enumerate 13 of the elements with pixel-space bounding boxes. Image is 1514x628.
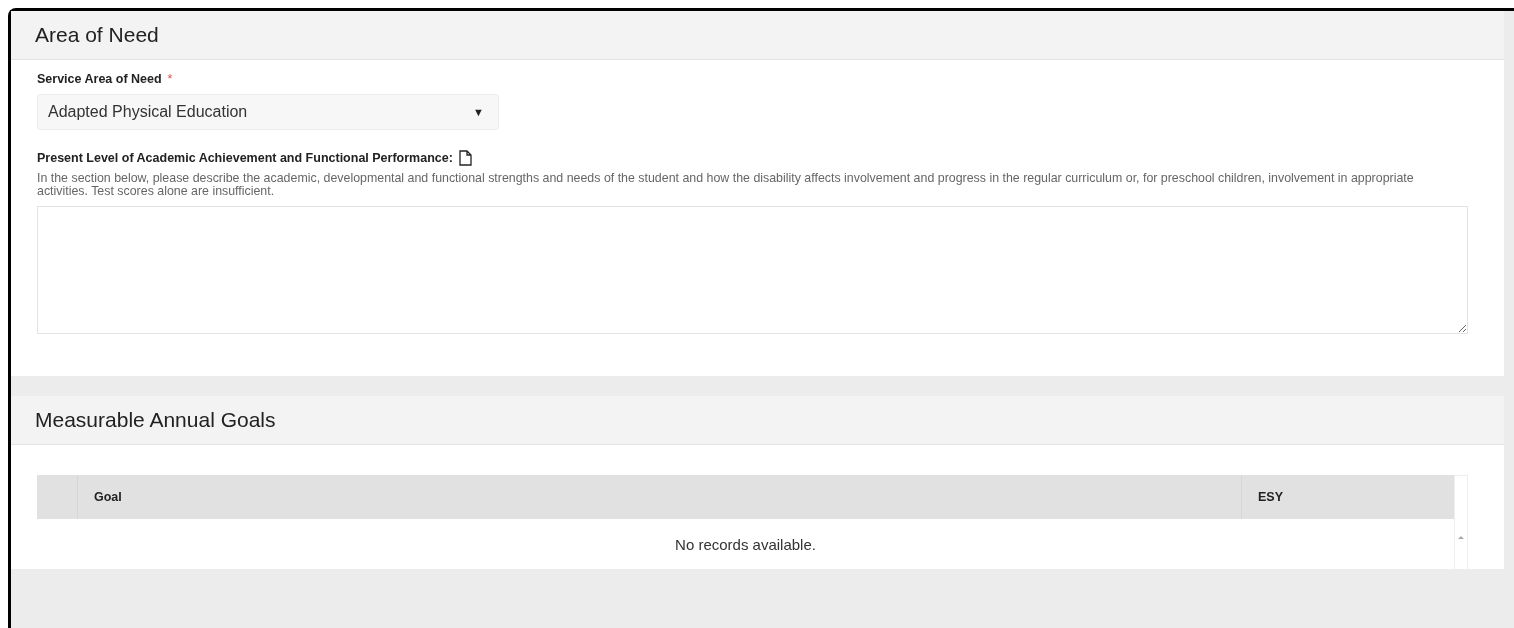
document-icon[interactable] — [458, 150, 472, 166]
caret-icon: ▼ — [473, 106, 484, 118]
required-mark: * — [167, 72, 173, 86]
service-area-dropdown[interactable]: Adapted Physical Education ▼ — [37, 94, 499, 130]
scrollbar[interactable] — [1454, 475, 1468, 569]
field-description: In the section below, please describe the academic, developmental and functional strengths and needs of the student and how the disability affects involvement and progress in the regular curriculum or, for preschool children, involvement in appropriate activities. Test scores alone are insufficient. — [37, 172, 1415, 198]
field-label: Service Area of Need — [37, 72, 162, 86]
field-label: Present Level of Academic Achievement and Functional Performance: — [37, 151, 453, 165]
section-title: Measurable Annual Goals — [35, 408, 276, 432]
scroll-up-icon[interactable] — [1458, 536, 1464, 539]
section-title: Area of Need — [35, 23, 159, 47]
column-header[interactable]: Goal — [78, 475, 1241, 519]
text-area-field[interactable] — [37, 206, 1468, 334]
